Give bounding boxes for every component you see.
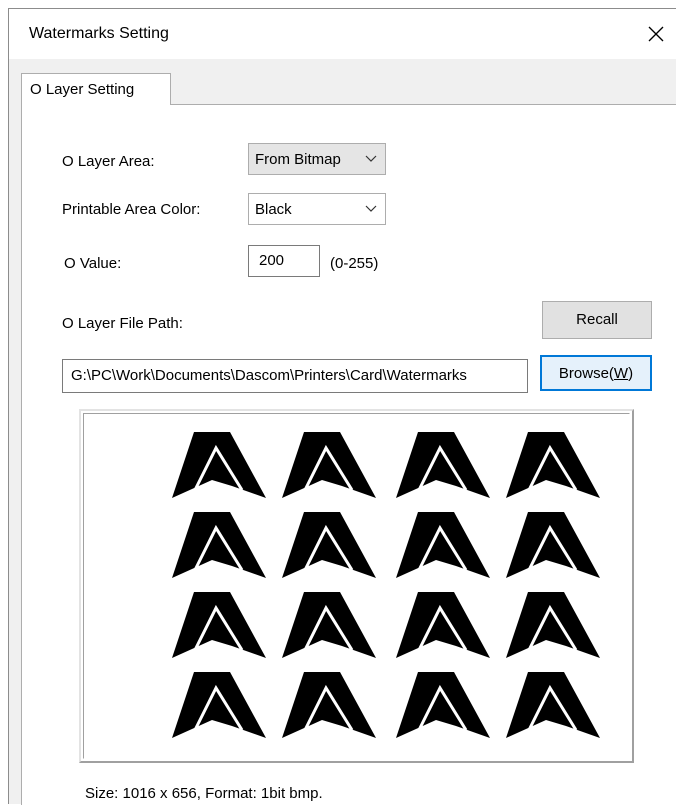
close-button[interactable] (636, 9, 676, 59)
close-icon (648, 26, 664, 42)
tab-o-layer-setting[interactable]: O Layer Setting (21, 73, 171, 105)
printable-area-color-value: Black (255, 201, 292, 218)
watermark-logo-icon (282, 432, 376, 498)
watermark-logo-icon (172, 512, 266, 578)
recall-button[interactable]: Recall (542, 301, 652, 339)
watermark-logo-icon (506, 592, 600, 658)
o-layer-area-select[interactable]: From Bitmap (248, 143, 386, 175)
watermark-logo-icon (506, 432, 600, 498)
watermark-logo-icon (282, 512, 376, 578)
recall-button-label: Recall (576, 311, 618, 328)
watermark-logo-icon (506, 672, 600, 738)
o-layer-file-path-input[interactable]: G:\PC\Work\Documents\Dascom\Printers\Car… (62, 359, 528, 393)
browse-button[interactable]: Browse(W) (540, 355, 652, 391)
watermark-logo-icon (282, 672, 376, 738)
watermark-logo-icon (396, 512, 490, 578)
watermark-logo-icon (172, 432, 266, 498)
status-text: Size: 1016 x 656, Format: 1bit bmp. (85, 785, 323, 802)
watermark-logo-pattern-icon (172, 432, 600, 738)
watermark-logo-icon (396, 592, 490, 658)
watermark-logo-icon (172, 672, 266, 738)
watermark-logo-icon (396, 672, 490, 738)
chevron-down-icon (365, 155, 377, 162)
printable-area-color-label: Printable Area Color: (62, 201, 201, 218)
window-title: Watermarks Setting (29, 25, 169, 42)
watermark-logo-icon (506, 512, 600, 578)
o-layer-area-value: From Bitmap (255, 151, 341, 168)
o-value-range-hint: (0-255) (330, 255, 379, 272)
tab-label: O Layer Setting (30, 81, 135, 98)
title-bar: Watermarks Setting (9, 9, 676, 59)
watermark-logo-icon (172, 592, 266, 658)
o-layer-file-path-label: O Layer File Path: (62, 315, 183, 332)
printable-area-color-select[interactable]: Black (248, 193, 386, 225)
browse-mnemonic: W (613, 365, 629, 382)
o-value-text: 200 (259, 252, 285, 269)
o-layer-file-path-text: G:\PC\Work\Documents\Dascom\Printers\Car… (71, 367, 467, 384)
o-value-label: O Value: (64, 255, 122, 272)
watermark-logo-icon (282, 592, 376, 658)
chevron-down-icon (365, 205, 377, 212)
dialog-window: Watermarks Setting O Layer Setting O Lay… (8, 8, 676, 805)
o-layer-area-label: O Layer Area: (62, 153, 155, 170)
browse-prefix: Browse( (558, 365, 614, 382)
browse-suffix: ) (628, 365, 634, 382)
browse-button-label: Browse(W) (542, 365, 650, 382)
bitmap-preview-inner (83, 413, 630, 759)
watermark-logo-icon (396, 432, 490, 498)
bitmap-preview (79, 409, 634, 763)
o-value-input[interactable]: 200 (248, 245, 320, 277)
